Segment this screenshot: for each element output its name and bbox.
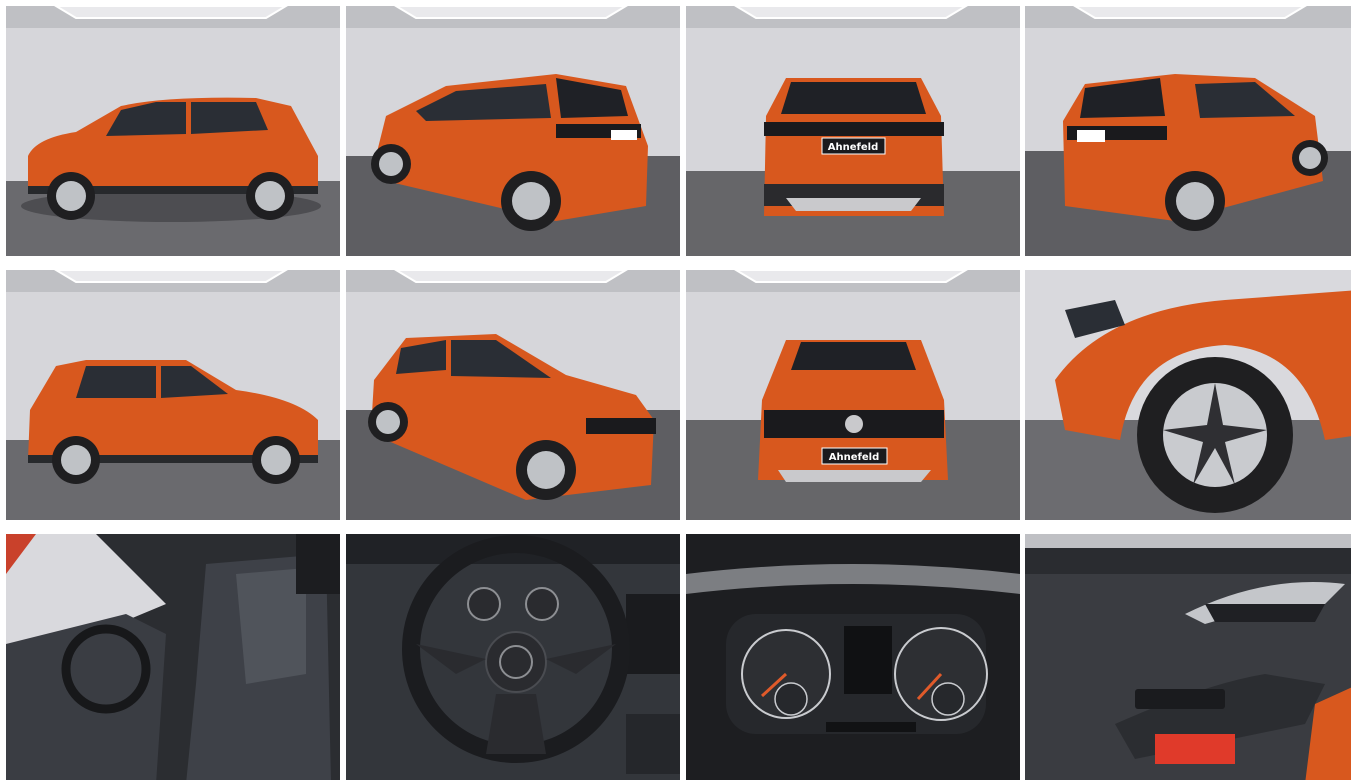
photo-side-left[interactable] — [6, 6, 340, 256]
photo-rear[interactable]: Ahnefeld — [686, 6, 1020, 256]
instrument-cluster-image — [686, 534, 1020, 780]
wheel-closeup-image — [1025, 270, 1351, 520]
interior-driver-seat-image — [6, 534, 340, 780]
photo-rear-three-quarter-left[interactable] — [346, 6, 680, 256]
car-front-image: Ahnefeld — [686, 270, 1020, 520]
steering-wheel-image — [346, 534, 680, 780]
car-rear-quarter-right-image — [1025, 6, 1351, 256]
photo-gallery: Ahnefeld Ahnefeld — [0, 0, 1351, 780]
photo-front-three-quarter-right[interactable] — [346, 270, 680, 520]
dealer-plate-text: Ahnefeld — [828, 142, 878, 153]
photo-wheel-closeup[interactable] — [1025, 270, 1351, 520]
dealer-plate-text: Ahnefeld — [829, 452, 879, 463]
photo-steering-wheel[interactable] — [346, 534, 680, 780]
door-panel-image — [1025, 534, 1351, 780]
car-side-left-image — [6, 6, 340, 256]
car-rear-image: Ahnefeld — [686, 6, 1020, 256]
car-rear-quarter-left-image — [346, 6, 680, 256]
photo-rear-three-quarter-right[interactable] — [1025, 6, 1351, 256]
photo-front[interactable]: Ahnefeld — [686, 270, 1020, 520]
photo-door-panel[interactable] — [1025, 534, 1351, 780]
photo-instrument-cluster[interactable] — [686, 534, 1020, 780]
photo-side-right[interactable] — [6, 270, 340, 520]
photo-interior-driver-seat[interactable] — [6, 534, 340, 780]
car-side-right-image — [6, 270, 340, 520]
car-front-quarter-right-image — [346, 270, 680, 520]
